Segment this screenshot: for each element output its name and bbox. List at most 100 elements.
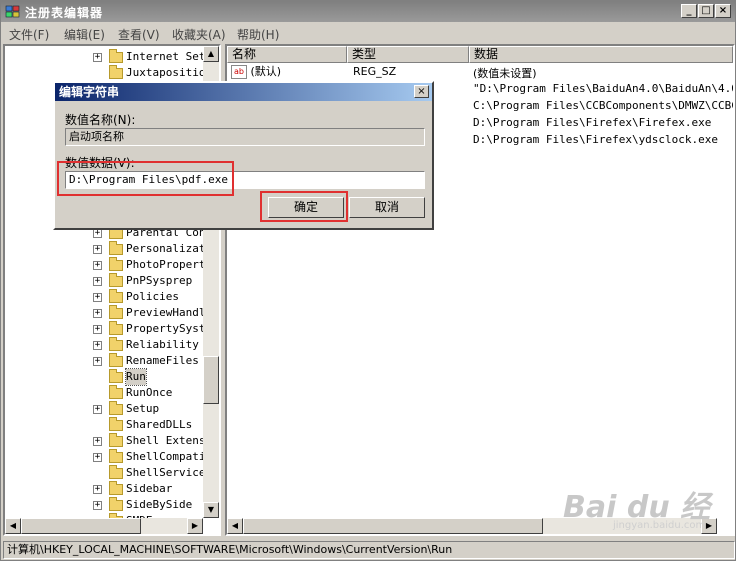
expand-plus-icon[interactable]: + <box>93 229 102 238</box>
folder-icon <box>109 257 123 271</box>
tree-item[interactable]: + Sidebar <box>5 481 201 497</box>
ab-string-icon: ab <box>231 65 247 79</box>
scroll-right-icon[interactable]: ▶ <box>187 518 203 534</box>
scroll-left-icon[interactable]: ◀ <box>227 518 243 534</box>
folder-icon <box>109 337 123 351</box>
tree-item-label: SideBySide <box>126 498 193 511</box>
expand-plus-icon[interactable]: + <box>93 245 102 254</box>
expand-plus-icon[interactable]: + <box>93 53 102 62</box>
folder-icon <box>109 417 123 431</box>
highlight-box-input <box>57 161 234 196</box>
close-button[interactable]: × <box>715 4 731 18</box>
column-data[interactable]: 数据 <box>469 46 733 63</box>
scroll-left-icon[interactable]: ◀ <box>5 518 21 534</box>
expand-plus-icon[interactable]: + <box>93 261 102 270</box>
folder-icon <box>109 273 123 287</box>
tree-hscroll-thumb[interactable] <box>21 518 141 534</box>
edit-string-dialog: 编辑字符串 × 数值名称(N): 启动项名称 数值数据(V): D:\Progr… <box>53 81 434 230</box>
tree-item[interactable]: + ShellCompatib <box>5 449 212 465</box>
close-icon: × <box>417 86 426 97</box>
menu-help[interactable]: 帮助(H) <box>237 26 279 43</box>
tree-item-label: Personalizati <box>126 242 213 255</box>
value-name-label: 数值名称(N): <box>65 113 136 127</box>
value-data: D:\Program Files\Firefex\ydsclock.exe <box>473 133 719 146</box>
tree-item-label: SharedDLLs <box>126 418 193 431</box>
tree-item-label: RenameFiles <box>126 354 199 367</box>
tree-item[interactable]: + Policies <box>5 289 201 305</box>
folder-icon <box>109 433 123 447</box>
tree-item-label: Sidebar <box>126 482 173 495</box>
tree-item-label: Policies <box>126 290 179 303</box>
folder-icon <box>109 385 123 399</box>
tree-item[interactable]: + PropertySyste <box>5 321 212 337</box>
tree-item-label: Setup <box>126 402 160 415</box>
title-bar[interactable]: 注册表编辑器 _ □ × <box>1 1 735 22</box>
tree-item[interactable]: + SideBySide <box>5 497 201 513</box>
folder-icon <box>109 305 123 319</box>
folder-icon <box>109 369 123 383</box>
tree-scroll-thumb[interactable] <box>203 356 219 404</box>
tree-item[interactable]: + PnPSysprep <box>5 273 201 289</box>
tree-item-label: PreviewHandle <box>126 306 213 319</box>
expand-plus-icon[interactable]: + <box>93 405 102 414</box>
window-title: 注册表编辑器 <box>25 6 104 20</box>
expand-plus-icon[interactable]: + <box>93 437 102 446</box>
tree-item[interactable]: + Reliability <box>5 337 201 353</box>
folder-icon <box>109 401 123 415</box>
scroll-down-icon[interactable]: ▼ <box>203 502 219 518</box>
scroll-up-icon[interactable]: ▲ <box>203 46 219 62</box>
registry-editor-icon <box>5 5 20 18</box>
close-icon: × <box>718 5 728 16</box>
tree-item[interactable]: + PhotoProperty <box>5 257 212 273</box>
tree-item-label: PropertySyste <box>126 322 213 335</box>
tree-item[interactable]: + Shell Extensi <box>5 433 212 449</box>
tree-item[interactable]: + Internet Sett <box>5 49 212 65</box>
menu-favorites[interactable]: 收藏夹(A) <box>172 26 226 43</box>
dialog-close-button[interactable]: × <box>414 85 429 98</box>
maximize-button[interactable]: □ <box>698 4 714 18</box>
expand-plus-icon[interactable]: + <box>93 293 102 302</box>
tree-item-label: ShellCompatib <box>126 450 213 463</box>
dialog-title-bar[interactable]: 编辑字符串 <box>55 83 432 101</box>
tree-item-label: Run <box>125 368 147 386</box>
tree-item-label: Juxtaposition <box>126 66 213 79</box>
expand-plus-icon[interactable]: + <box>93 357 102 366</box>
expand-plus-icon[interactable]: + <box>93 453 102 462</box>
list-hscroll-thumb[interactable] <box>243 518 543 534</box>
tree-item[interactable]: RunOnce <box>5 385 201 401</box>
tree-item-label: ShellServiceO <box>126 466 213 479</box>
expand-plus-icon[interactable]: + <box>93 277 102 286</box>
tree-item[interactable]: + Personalizati <box>5 241 212 257</box>
minimize-button[interactable]: _ <box>681 4 697 18</box>
value-data: "D:\Program Files\BaiduAn4.0\BaiduAn\4.0… <box>473 82 735 95</box>
maximize-icon: □ <box>701 5 711 16</box>
expand-plus-icon[interactable]: + <box>93 309 102 318</box>
expand-plus-icon[interactable]: + <box>93 325 102 334</box>
tree-item[interactable]: + RenameFiles <box>5 353 201 369</box>
menu-edit[interactable]: 编辑(E) <box>64 26 105 43</box>
value-data: (数值未设置) <box>473 67 537 80</box>
watermark-url: jingyan.baidu.com <box>613 520 706 531</box>
tree-item[interactable]: Run <box>5 368 201 386</box>
folder-icon <box>109 241 123 255</box>
tree-item-label: PnPSysprep <box>126 274 193 287</box>
cancel-button[interactable]: 取消 <box>349 197 425 218</box>
expand-plus-icon[interactable]: + <box>93 341 102 350</box>
column-name[interactable]: 名称 <box>227 46 347 63</box>
folder-icon <box>109 465 123 479</box>
value-name-field: 启动项名称 <box>65 128 425 146</box>
list-item[interactable]: ab (默认) <box>231 63 281 79</box>
tree-item[interactable]: SharedDLLs <box>5 417 201 433</box>
tree-item[interactable]: ShellServiceO <box>5 465 212 481</box>
expand-plus-icon[interactable]: + <box>93 485 102 494</box>
expand-plus-icon[interactable]: + <box>93 501 102 510</box>
menu-view[interactable]: 查看(V) <box>118 26 160 43</box>
tree-item[interactable]: Juxtaposition <box>5 65 212 81</box>
menu-file[interactable]: 文件(F) <box>9 26 49 43</box>
status-bar: 计算机\HKEY_LOCAL_MACHINE\SOFTWARE\Microsof… <box>3 541 735 559</box>
folder-icon <box>109 65 123 79</box>
tree-item[interactable]: + Setup <box>5 401 201 417</box>
column-type[interactable]: 类型 <box>347 46 469 63</box>
tree-item[interactable]: + PreviewHandle <box>5 305 212 321</box>
tree-horizontal-scrollbar[interactable]: ◀ ▶ <box>5 518 203 534</box>
